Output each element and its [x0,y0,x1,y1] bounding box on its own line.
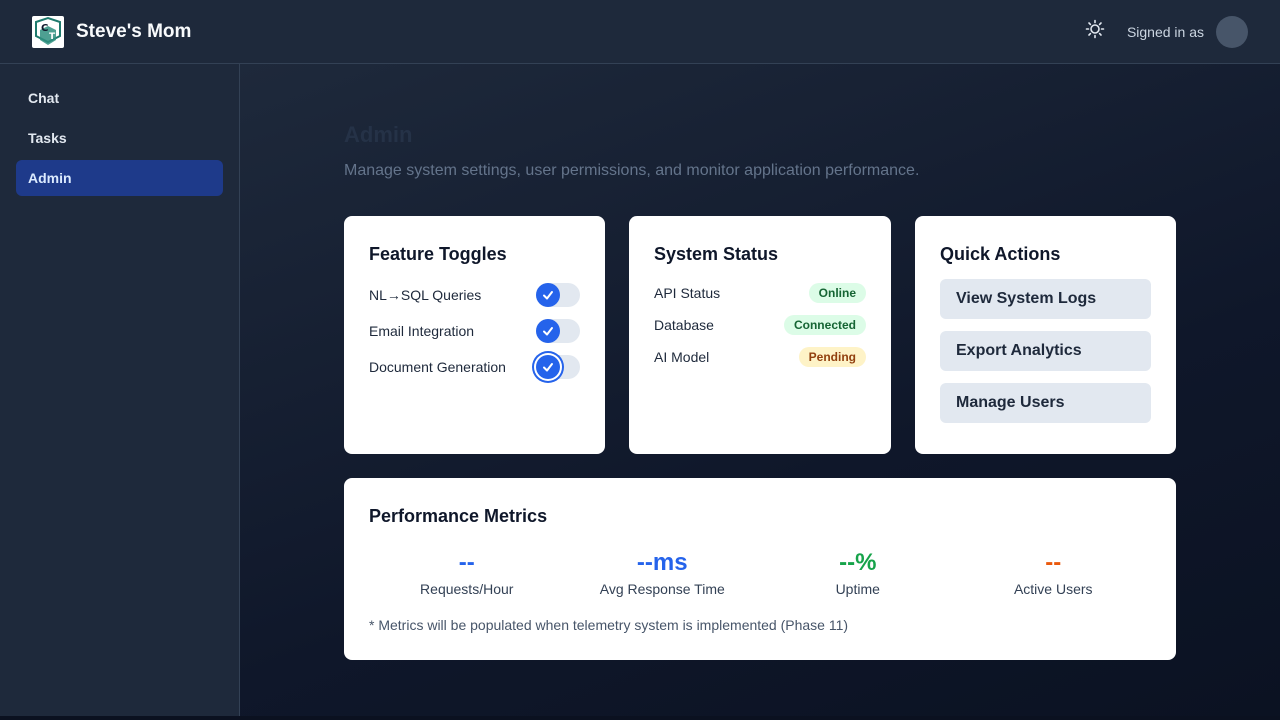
status-label: AI Model [654,349,710,365]
status-row-api: API Status Online [654,277,866,309]
toggle-label: Email Integration [369,323,475,339]
user-avatar[interactable] [1216,15,1248,48]
check-icon [536,283,560,307]
bottom-strip [0,716,1280,720]
status-label: Database [654,317,714,333]
metric-requests-per-hour: -- Requests/Hour [369,549,565,597]
email-integration-toggle[interactable] [536,319,580,343]
sidebar-item-label: Chat [28,90,60,106]
status-row-database: Database Connected [654,309,866,341]
sidebar: Chat Tasks Admin [0,64,240,716]
top-header: C T Steve's Mom Signed in as [0,0,1280,64]
status-badge: Connected [783,315,866,335]
toggle-label: Document Generation [369,359,506,375]
sidebar-item-label: Admin [28,170,72,186]
metric-value: --ms [636,549,688,576]
status-badge: Online [808,283,866,303]
header-right: Signed in as [1081,15,1248,48]
sidebar-item-label: Tasks [28,130,67,146]
toggle-row-docgen: Document Generation [369,349,580,385]
feature-toggles-card: Feature Toggles NL→SQL Queries Email Int… [344,216,605,454]
status-label: API Status [654,285,721,301]
metric-label: Requests/Hour [420,581,514,597]
sun-icon [1085,19,1105,44]
card-title: Feature Toggles [369,244,507,264]
manage-users-button[interactable]: Manage Users [940,383,1151,423]
toggle-label: NL→SQL Queries [369,287,482,303]
metric-value: --% [839,549,877,576]
status-badge: Pending [798,347,866,367]
page-title: Admin [344,122,413,147]
signed-in-label: Signed in as [1126,23,1204,40]
app-title: Steve's Mom [76,20,192,42]
check-icon [536,355,560,379]
performance-metrics-card: Performance Metrics -- Requests/Hour --m… [344,478,1176,660]
status-row-ai-model: AI Model Pending [654,341,866,373]
metric-label: Avg Response Time [599,581,725,597]
metrics-grid: -- Requests/Hour --ms Avg Response Time … [369,549,1151,597]
card-title: Performance Metrics [369,506,548,526]
metric-active-users: -- Active Users [956,549,1152,597]
sidebar-item-admin[interactable]: Admin [16,160,223,196]
metrics-note: * Metrics will be populated when telemet… [369,617,849,633]
system-status-card: System Status API Status Online Database… [629,216,891,454]
export-analytics-button[interactable]: Export Analytics [940,331,1151,371]
metric-uptime: --% Uptime [760,549,956,597]
svg-text:C: C [41,23,48,34]
metric-avg-response-time: --ms Avg Response Time [565,549,761,597]
card-title: System Status [654,244,779,264]
toggle-row-nl-sql: NL→SQL Queries [369,277,580,313]
metric-label: Active Users [1013,581,1093,597]
nl-sql-toggle[interactable] [536,283,580,307]
quick-actions-card: Quick Actions View System Logs Export An… [915,216,1176,454]
check-icon [536,319,560,343]
actions-list: View System Logs Export Analytics Manage… [940,279,1151,423]
main-content: Admin Manage system settings, user permi… [240,64,1280,716]
svg-text:T: T [49,32,56,42]
status-list: API Status Online Database Connected AI … [654,277,866,373]
sidebar-item-tasks[interactable]: Tasks [16,120,223,156]
app-logo[interactable]: C T [32,15,64,48]
card-title: Quick Actions [940,244,1061,264]
sidebar-item-chat[interactable]: Chat [16,80,223,116]
document-generation-toggle[interactable] [536,355,580,379]
metric-value: -- [1045,549,1062,576]
theme-toggle-button[interactable] [1081,18,1109,46]
metric-value: -- [458,549,475,576]
page-subtitle: Manage system settings, user permissions… [344,162,920,179]
view-system-logs-button[interactable]: View System Logs [940,279,1151,319]
toggle-row-email: Email Integration [369,313,580,349]
metric-label: Uptime [835,581,880,597]
